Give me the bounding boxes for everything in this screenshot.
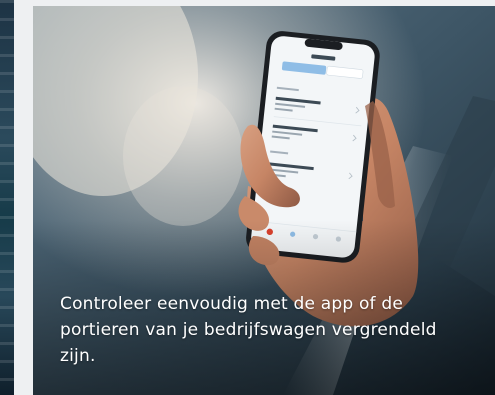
- promo-caption: Controleer eenvoudig met de app of de po…: [60, 294, 437, 366]
- page: Controleer eenvoudig met de app of de po…: [0, 0, 495, 395]
- adjacent-carousel-slide: [0, 0, 14, 395]
- promo-card: Controleer eenvoudig met de app of de po…: [33, 6, 495, 395]
